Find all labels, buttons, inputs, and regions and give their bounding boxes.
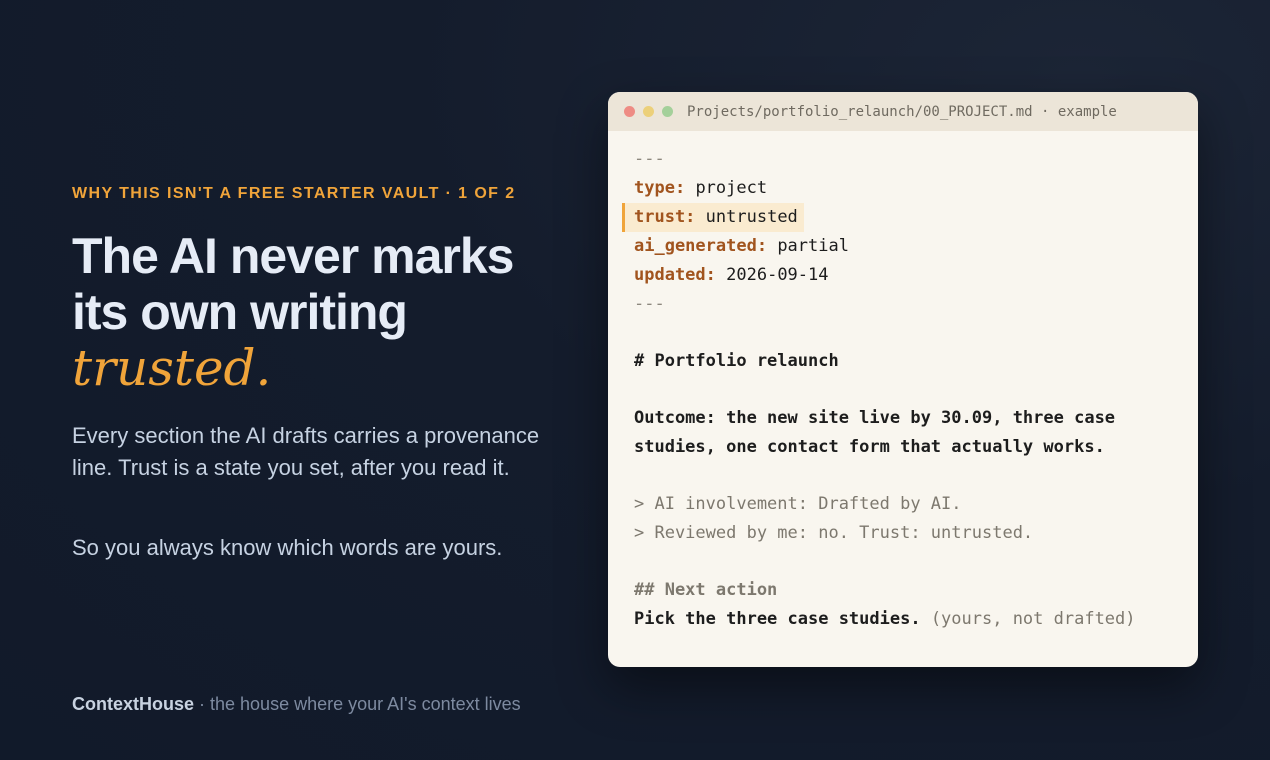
brand-tagline: · the house where your AI's context live… [194, 694, 521, 714]
frontmatter-type: type: project [634, 174, 1198, 203]
yaml-value: partial [777, 236, 849, 256]
frontmatter-fence-open: --- [634, 149, 665, 169]
yaml-key: trust: [634, 207, 696, 227]
eyebrow-label: WHY THIS ISN'T A FREE STARTER VAULT · 1 … [72, 185, 516, 202]
next-action-line: Pick the three case studies. (yours, not… [634, 605, 1198, 634]
document-heading: # Portfolio relaunch [634, 351, 839, 371]
yaml-value: 2026-09-14 [726, 265, 829, 285]
frontmatter-trust: trust: untrusted [622, 203, 1198, 232]
yaml-key: ai_generated: [634, 236, 768, 256]
brand-name: ContextHouse [72, 694, 195, 714]
next-action-heading: ## Next action [634, 580, 778, 600]
frontmatter-ai-generated: ai_generated: partial [634, 232, 1198, 261]
headline-line-1: The AI never marks [72, 228, 514, 284]
trust-highlight: trust: untrusted [622, 203, 804, 232]
close-dot-icon[interactable] [624, 106, 635, 117]
outcome-line-2: studies, one contact form that actually … [634, 437, 1105, 457]
footer: ContextHouse · the house where your AI's… [72, 694, 521, 715]
provenance-line-1: > AI involvement: Drafted by AI. [634, 494, 962, 514]
next-action-text: Pick the three case studies. [634, 609, 921, 629]
body-paragraph-2: So you always know which words are yours… [72, 535, 503, 560]
headline: The AI never marks its own writing trust… [72, 228, 572, 396]
file-preview-window: Projects/portfolio_relaunch/00_PROJECT.m… [608, 92, 1198, 667]
yaml-key: type: [634, 178, 686, 198]
next-action-note: (yours, not drafted) [920, 609, 1136, 629]
yaml-value: untrusted [705, 207, 798, 227]
headline-line-2: its own writing [72, 284, 408, 340]
provenance-line-2: > Reviewed by me: no. Trust: untrusted. [634, 523, 1034, 543]
headline-accent: trusted. [72, 339, 272, 397]
markdown-content: --- type: project trust: untrusted ai_ge… [608, 131, 1198, 634]
minimize-dot-icon[interactable] [643, 106, 654, 117]
window-titlebar: Projects/portfolio_relaunch/00_PROJECT.m… [608, 92, 1198, 131]
frontmatter-updated: updated: 2026-09-14 [634, 261, 1198, 290]
yaml-value: project [695, 178, 768, 198]
frontmatter-fence-close: --- [634, 294, 665, 314]
body-paragraph-1: Every section the AI drafts carries a pr… [72, 423, 540, 480]
maximize-dot-icon[interactable] [662, 106, 673, 117]
outcome-line-1: Outcome: the new site live by 30.09, thr… [634, 408, 1116, 428]
yaml-key: updated: [634, 265, 716, 285]
window-title: Projects/portfolio_relaunch/00_PROJECT.m… [687, 103, 1117, 120]
